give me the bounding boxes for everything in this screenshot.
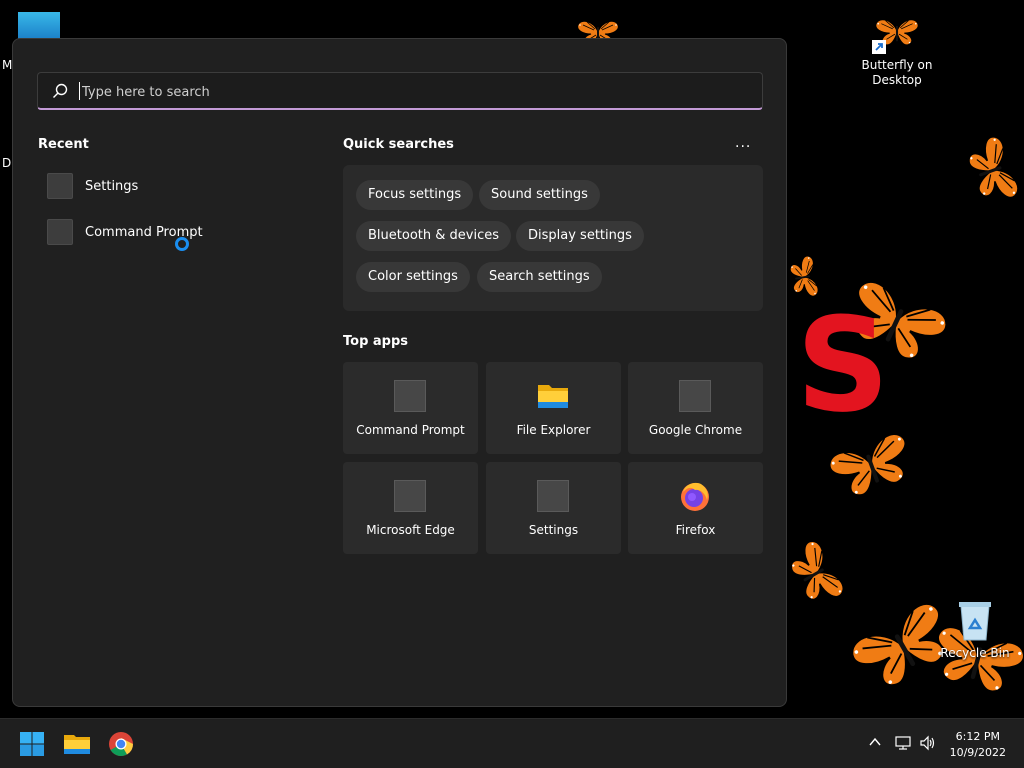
desktop-icon-label-partial: M — [2, 58, 13, 72]
shortcut-arrow-icon — [872, 40, 886, 54]
desktop-shortcut-butterfly[interactable]: Butterfly on Desktop — [858, 14, 936, 88]
desktop-folder-icon[interactable] — [18, 12, 60, 40]
chip-color-settings[interactable]: Color settings — [356, 262, 470, 292]
quick-searches-panel: Focus settings Sound settings Bluetooth … — [343, 165, 763, 311]
chip-display-settings[interactable]: Display settings — [516, 221, 644, 251]
volume-icon[interactable] — [919, 735, 937, 751]
top-app-label: Firefox — [675, 523, 716, 537]
desktop-shortcut-label: Butterfly on Desktop — [861, 58, 933, 87]
chip-search-settings[interactable]: Search settings — [477, 262, 602, 292]
top-app-settings[interactable]: Settings — [486, 462, 621, 554]
wallpaper-letter: S — [796, 289, 890, 441]
command-prompt-icon — [394, 380, 426, 412]
clock-date: 10/9/2022 — [949, 746, 1006, 759]
butterfly-wallpaper — [962, 133, 1022, 208]
chrome-icon[interactable] — [105, 728, 137, 760]
top-app-label: Google Chrome — [648, 423, 743, 437]
top-apps-title: Top apps — [343, 334, 409, 349]
busy-cursor-icon — [175, 237, 189, 251]
top-app-label: File Explorer — [516, 423, 591, 437]
desktop-recycle-bin[interactable]: Recycle Bin — [940, 598, 1010, 661]
top-app-file-explorer[interactable]: File Explorer — [486, 362, 621, 454]
search-input[interactable] — [80, 78, 724, 106]
chip-bluetooth-devices[interactable]: Bluetooth & devices — [356, 221, 511, 251]
search-box[interactable] — [37, 72, 763, 110]
windows-start-icon[interactable] — [16, 728, 48, 760]
chevron-up-icon[interactable] — [868, 735, 882, 749]
recent-item-label: Settings — [85, 178, 139, 194]
folder-icon — [538, 385, 568, 408]
chip-focus-settings[interactable]: Focus settings — [356, 180, 474, 210]
firefox-icon — [681, 482, 709, 511]
taskbar: 6:12 PM 10/9/2022 — [0, 718, 1024, 768]
clock-time: 6:12 PM — [955, 730, 1000, 743]
start-menu: Recent Settings Command Prompt Quick sea… — [12, 38, 787, 707]
top-app-label: Settings — [528, 523, 579, 537]
recycle-bin-icon — [959, 602, 991, 641]
more-options-button[interactable]: ... — [735, 135, 751, 151]
butterfly-wallpaper — [826, 429, 916, 504]
search-icon — [53, 83, 68, 98]
recent-item-settings[interactable]: Settings — [45, 169, 305, 203]
file-explorer-icon[interactable] — [61, 728, 93, 760]
top-app-microsoft-edge[interactable]: Microsoft Edge — [343, 462, 478, 554]
settings-app-icon — [47, 173, 73, 199]
top-app-google-chrome[interactable]: Google Chrome — [628, 362, 763, 454]
command-prompt-icon — [47, 219, 73, 245]
recycle-bin-label: Recycle Bin — [940, 646, 1010, 660]
network-icon[interactable] — [895, 735, 913, 751]
settings-app-icon — [537, 480, 569, 512]
recent-title: Recent — [38, 137, 89, 152]
chip-sound-settings[interactable]: Sound settings — [479, 180, 600, 210]
quick-searches-title: Quick searches — [343, 137, 454, 152]
top-app-command-prompt[interactable]: Command Prompt — [343, 362, 478, 454]
top-app-firefox[interactable]: Firefox — [628, 462, 763, 554]
taskbar-clock[interactable]: 6:12 PM 10/9/2022 — [950, 729, 1006, 761]
top-app-label: Microsoft Edge — [366, 523, 455, 537]
edge-icon — [394, 480, 426, 512]
top-app-label: Command Prompt — [356, 423, 465, 437]
chrome-icon — [679, 380, 711, 412]
